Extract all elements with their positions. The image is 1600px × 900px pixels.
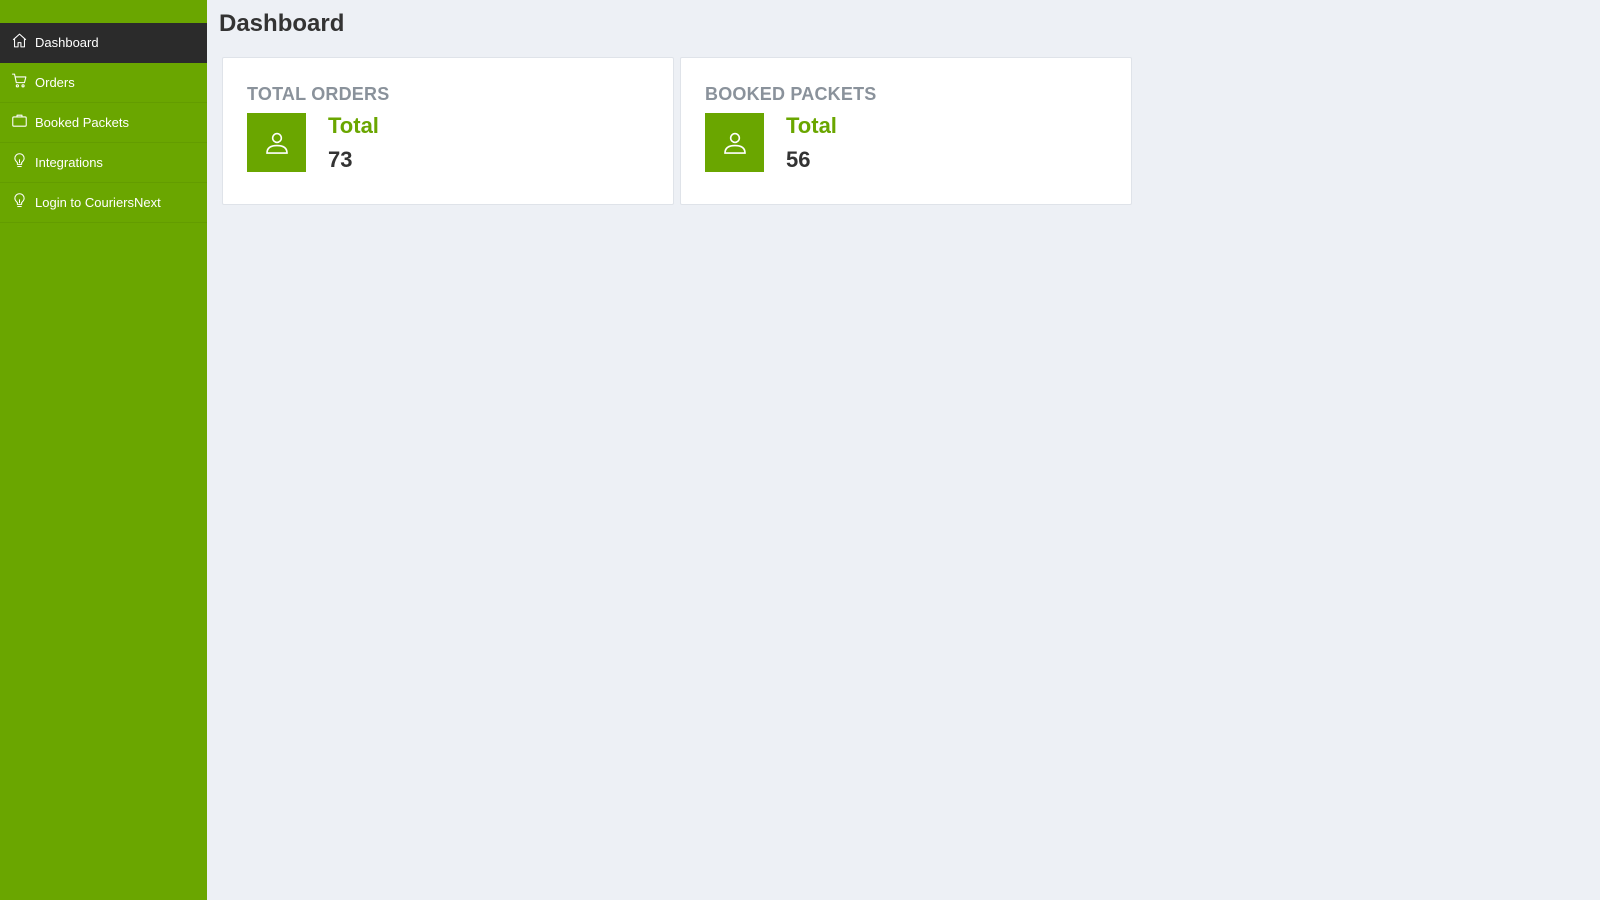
sidebar-item-orders[interactable]: Orders (0, 63, 207, 103)
sidebar: Dashboard Orders Booked Packets Integrat… (0, 0, 207, 900)
sidebar-item-booked-packets[interactable]: Booked Packets (0, 103, 207, 143)
cart-icon (11, 72, 28, 89)
sidebar-item-label: Integrations (35, 155, 103, 170)
page-title: Dashboard (219, 10, 345, 37)
card-total-label: Total (328, 113, 379, 138)
card-total-value: 56 (786, 147, 811, 172)
main-content: Dashboard TOTAL ORDERS Total 73 BOOKED P… (207, 0, 1600, 900)
sidebar-nav: Dashboard Orders Booked Packets Integrat… (0, 23, 207, 223)
card-icon-box (247, 113, 306, 172)
sidebar-item-label: Dashboard (35, 35, 99, 50)
sidebar-item-dashboard[interactable]: Dashboard (0, 23, 207, 63)
sidebar-item-label: Login to CouriersNext (35, 195, 161, 210)
sidebar-item-label: Booked Packets (35, 115, 129, 130)
total-orders-card: TOTAL ORDERS Total 73 (222, 57, 674, 205)
lightbulb-icon (11, 152, 28, 169)
card-header: TOTAL ORDERS (247, 84, 390, 104)
card-total-label: Total (786, 113, 837, 138)
booked-packets-card: BOOKED PACKETS Total 56 (680, 57, 1132, 205)
user-icon (723, 132, 746, 154)
lightbulb-icon (11, 192, 28, 209)
sidebar-item-login-couriersnext[interactable]: Login to CouriersNext (0, 183, 207, 223)
user-icon (265, 132, 288, 154)
sidebar-item-label: Orders (35, 75, 75, 90)
card-total-value: 73 (328, 147, 353, 172)
card-icon-box (705, 113, 764, 172)
app-root: Dashboard Orders Booked Packets Integrat… (0, 0, 1600, 900)
briefcase-icon (11, 112, 28, 129)
card-header: BOOKED PACKETS (705, 84, 877, 104)
sidebar-item-integrations[interactable]: Integrations (0, 143, 207, 183)
home-icon (11, 32, 28, 49)
